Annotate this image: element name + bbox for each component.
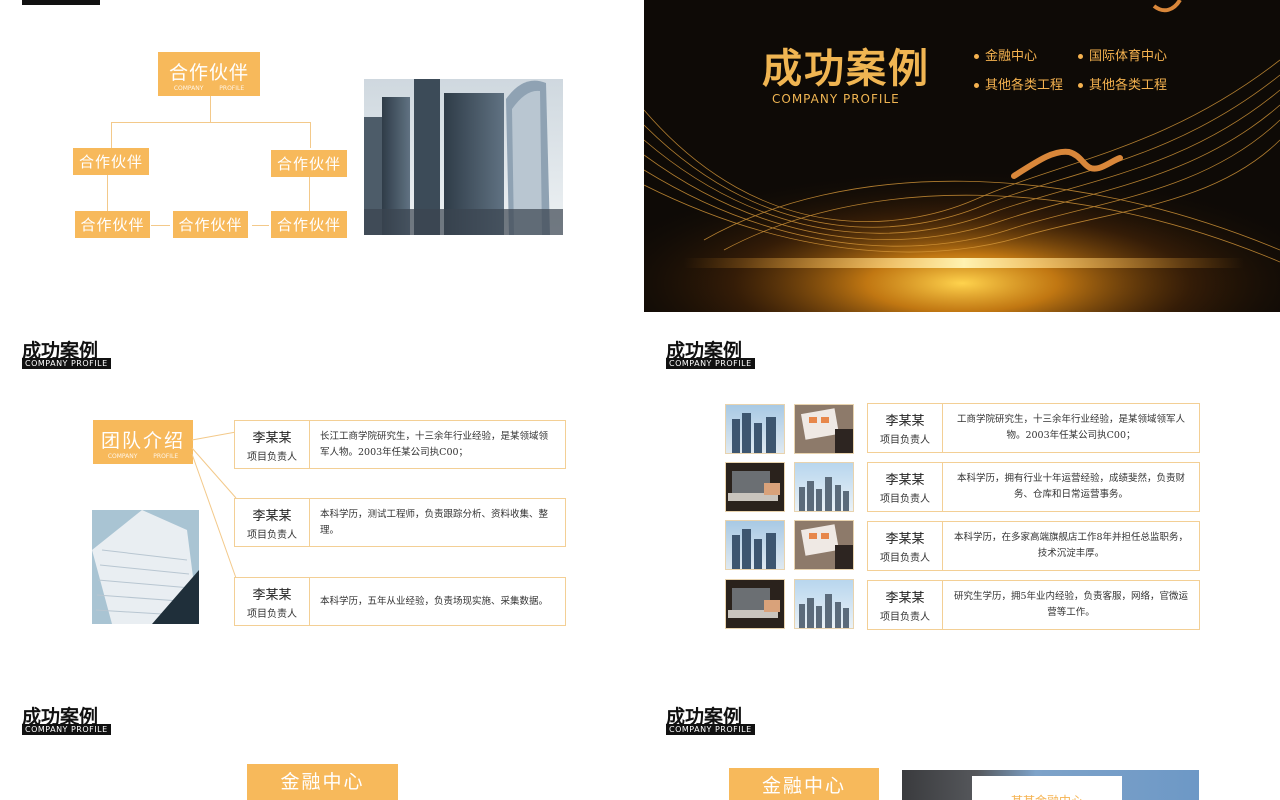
member-role: 项目负责人 (247, 529, 297, 541)
partners-main-label: 合作伙伴 (168, 62, 249, 84)
partners-slide[interactable]: 合作伙伴 COMPANY PROFILE 合作伙伴 合作伙伴 合作伙伴 合作伙伴… (0, 0, 640, 312)
member-name: 李某某 (885, 473, 925, 488)
finance-center-badge[interactable]: 金融中心 (729, 768, 879, 800)
partner-node[interactable]: 合作伙伴 (75, 211, 150, 238)
header-bar-fragment (22, 0, 100, 5)
member-description: 研究生学历，拥5年业内经验，负责客服，网络，官微运营等工作。 (953, 591, 1189, 618)
laptop-thumbnail (725, 462, 785, 512)
team-row[interactable]: 李某某 项目负责人 研究生学历，拥5年业内经验，负责客服，网络，官微运营等工作。 (867, 580, 1200, 630)
connector-line (107, 175, 108, 211)
slide-header-subtitle: COMPANY PROFILE (22, 724, 111, 735)
member-name: 李某某 (252, 508, 292, 524)
team-row[interactable]: 李某某 项目负责人 工商学院研究生，十三余年行业经验，是某领域领军人物。2003… (867, 403, 1200, 453)
member-identity: 李某某 项目负责人 (235, 499, 310, 546)
partner-node[interactable]: 合作伙伴 (173, 211, 248, 238)
slide-header-subtitle: COMPANY PROFILE (22, 358, 111, 369)
city-thumbnail (725, 404, 785, 454)
connector-line (309, 177, 310, 211)
member-identity: 李某某 项目负责人 (235, 578, 310, 625)
member-role: 项目负责人 (880, 553, 930, 564)
team-row[interactable]: 李某某 项目负责人 本科学历，在多家高端旗舰店工作8年并担任总监职务，技术沉淀丰… (867, 521, 1200, 571)
member-identity: 李某某 项目负责人 (868, 463, 943, 511)
tablet-thumbnail (794, 404, 854, 454)
member-description: 本科学历，拥有行业十年运营经验，成绩斐然，负责财务、仓库和日常运营事务。 (956, 473, 1185, 500)
member-name: 李某某 (252, 430, 292, 446)
team-row[interactable]: 李某某 项目负责人 长江工商学院研究生，十三余年行业经验，是某领域领军人物。20… (234, 420, 566, 469)
team-badge-sublabel: COMPANY PROFILE (107, 453, 179, 460)
member-name: 李某某 (885, 414, 925, 429)
member-role: 项目负责人 (247, 608, 297, 620)
city-thumbnail (725, 520, 785, 570)
member-name: 李某某 (885, 532, 925, 547)
team-row[interactable]: 李某某 项目负责人 本科学历，五年从业经验，负责场现实施、采集数据。 (234, 577, 566, 626)
cover-bullet: 国际体育中心 (1078, 45, 1167, 64)
finance-center-badge[interactable]: 金融中心 (247, 764, 398, 800)
tablet-thumbnail (794, 520, 854, 570)
member-identity: 李某某 项目负责人 (868, 522, 943, 570)
finance-center-label: 金融中心 (280, 771, 365, 793)
team-row[interactable]: 李某某 项目负责人 本科学历，测试工程师，负责跟踪分析、资料收集、整理。 (234, 498, 566, 547)
finance-center-photo-slide[interactable]: 成功案例 COMPANY PROFILE 金融中心 某某金融中心 (644, 696, 1280, 800)
member-role: 项目负责人 (880, 435, 930, 446)
connector-line (111, 122, 112, 148)
connector-line (310, 122, 311, 148)
photo-caption-card: 某某金融中心 (972, 776, 1122, 800)
member-identity: 李某某 项目负责人 (235, 421, 310, 468)
city-skyscrapers-image (364, 79, 563, 235)
team-thumbs-slide[interactable]: 成功案例 COMPANY PROFILE 李某某 项目负责人 工商学院研究生，十… (644, 330, 1280, 660)
slide-header-subtitle: COMPANY PROFILE (666, 724, 755, 735)
partner-node[interactable]: 合作伙伴 (271, 150, 347, 177)
cover-slide[interactable]: 成功案例 COMPANY PROFILE 金融中心 国际体育中心 其他各类工程 … (644, 0, 1280, 312)
finance-building-photo: 某某金融中心 (902, 770, 1199, 800)
connector-line (252, 225, 269, 226)
member-name: 李某某 (885, 591, 925, 606)
finance-center-label: 金融中心 (761, 775, 846, 797)
laptop-thumbnail (725, 579, 785, 629)
member-description: 本科学历，测试工程师，负责跟踪分析、资料收集、整理。 (320, 508, 549, 536)
slide-header-subtitle: COMPANY PROFILE (666, 358, 755, 369)
member-identity: 李某某 项目负责人 (868, 581, 943, 629)
cover-title: 成功案例 (762, 46, 930, 92)
cover-bullet: 其他各类工程 (1078, 74, 1167, 93)
skyline-thumbnail (794, 462, 854, 512)
member-role: 项目负责人 (880, 612, 930, 623)
photo-caption: 某某金融中心 (972, 792, 1122, 800)
cover-subtitle: COMPANY PROFILE (772, 92, 900, 106)
team-badge[interactable]: 团队介绍 COMPANY PROFILE (93, 420, 193, 464)
member-description: 本科学历，在多家高端旗舰店工作8年并担任总监职务，技术沉淀丰厚。 (953, 532, 1189, 559)
member-role: 项目负责人 (247, 451, 297, 463)
member-name: 李某某 (252, 587, 292, 603)
partners-main-sublabel: COMPANY PROFILE (173, 85, 245, 92)
skyline-thumbnail (794, 579, 854, 629)
partners-main-box[interactable]: 合作伙伴 COMPANY PROFILE (158, 52, 260, 96)
connector-line (151, 225, 170, 226)
connector-line (210, 96, 211, 122)
partner-node[interactable]: 合作伙伴 (73, 148, 149, 175)
member-description: 长江工商学院研究生，十三余年行业经验，是某领域领军人物。2003年任某公司执C0… (320, 430, 549, 458)
partner-node[interactable]: 合作伙伴 (271, 211, 347, 238)
team-badge-label: 团队介绍 (100, 430, 185, 452)
team-row[interactable]: 李某某 项目负责人 本科学历，拥有行业十年运营经验，成绩斐然，负责财务、仓库和日… (867, 462, 1200, 512)
finance-center-slide[interactable]: 成功案例 COMPANY PROFILE 金融中心 (0, 696, 640, 800)
connector-line (111, 122, 311, 123)
gold-wave-background (644, 0, 1280, 312)
building-photo (92, 510, 199, 624)
member-description: 工商学院研究生，十三余年行业经验，是某领域领军人物。2003年任某公司执C00； (956, 414, 1185, 441)
cover-bullet: 其他各类工程 (974, 74, 1063, 93)
team-slide[interactable]: 成功案例 COMPANY PROFILE 团队介绍 COMPANY PROFIL… (0, 330, 640, 660)
member-identity: 李某某 项目负责人 (868, 404, 943, 452)
member-role: 项目负责人 (880, 494, 930, 505)
cover-bullet: 金融中心 (974, 45, 1037, 64)
member-description: 本科学历，五年从业经验，负责场现实施、采集数据。 (320, 595, 549, 607)
